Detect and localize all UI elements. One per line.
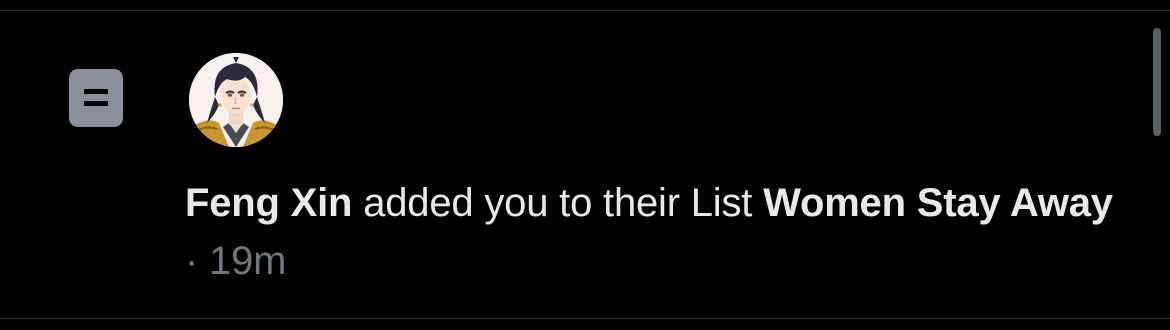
notification-message: Feng Xin added you to their List Women S… bbox=[185, 174, 1130, 290]
list-name-link[interactable]: Women Stay Away bbox=[763, 181, 1113, 225]
action-text: added you to their List bbox=[352, 181, 764, 225]
avatar-anime-man-icon bbox=[189, 53, 283, 147]
avatar[interactable] bbox=[189, 53, 283, 147]
separator: · bbox=[185, 239, 210, 283]
timestamp: 19m bbox=[209, 239, 287, 283]
user-name-link[interactable]: Feng Xin bbox=[185, 181, 352, 225]
notification-item[interactable]: Feng Xin added you to their List Women S… bbox=[0, 0, 1170, 330]
divider bbox=[0, 318, 1170, 319]
scrollbar[interactable] bbox=[1153, 28, 1161, 136]
list-icon bbox=[69, 69, 123, 127]
divider bbox=[0, 10, 1170, 11]
